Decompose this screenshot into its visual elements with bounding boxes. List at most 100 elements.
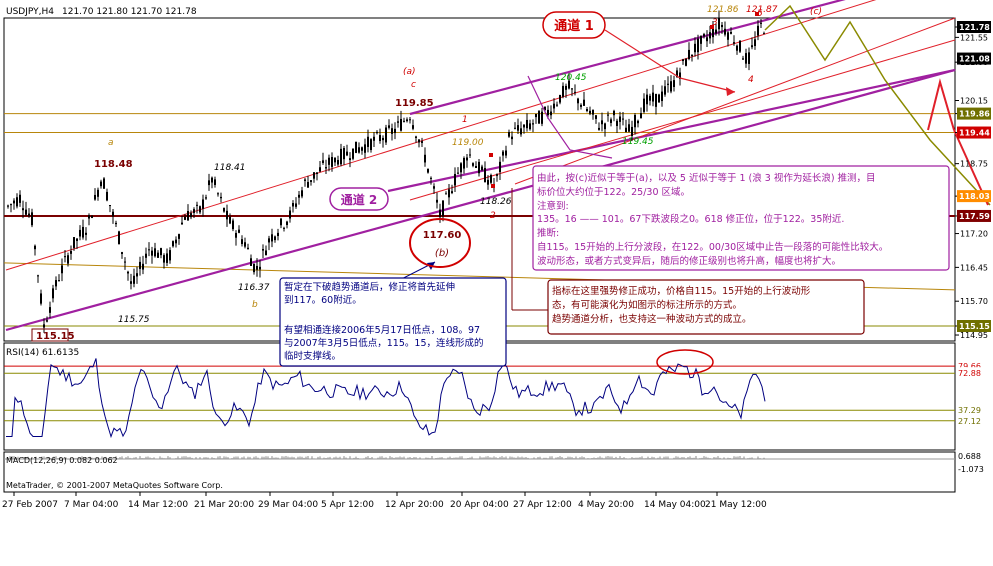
x-tick-label-5: 5 Apr 12:00 — [321, 500, 374, 510]
candle-body — [760, 22, 762, 24]
note-indicator: 指标在这里强势修正成功，价格自115。15开始的上行波动形 态，有可能演化为如图… — [547, 279, 865, 335]
candle-body — [598, 127, 600, 130]
candle-body — [319, 167, 321, 172]
macd-level-high: 0.688 — [958, 452, 981, 461]
note-support-line: 暂定在下破趋势通道后，修正将首先延伸 到117。60附近。 有望相通连接2006… — [279, 277, 507, 367]
candle-body — [70, 251, 72, 254]
candle-body — [82, 226, 84, 238]
candle-body — [658, 94, 660, 103]
candle-body — [115, 222, 117, 225]
candle-body — [361, 147, 363, 151]
candle-body — [550, 111, 552, 116]
candle-body — [415, 136, 417, 138]
note1-line4: 有望相通连接2006年5月17日低点，108。97 — [284, 324, 480, 336]
candle-body — [697, 38, 699, 53]
candle-body — [565, 85, 567, 90]
candle-body — [511, 136, 513, 140]
candle-body — [133, 275, 135, 284]
candle-body — [742, 58, 744, 60]
candle-body — [532, 123, 534, 125]
candle-body — [367, 136, 369, 147]
candle-body — [241, 239, 243, 245]
candle-body — [583, 99, 585, 106]
chart-window: 115.15 115.75 118.48 116.37 118.41 119.85 119.… — [0, 0, 993, 562]
candle-body — [457, 172, 459, 174]
candle-body — [514, 127, 516, 129]
wave-label-b: b — [252, 300, 258, 310]
swing-label-119-85: 119.85 — [395, 98, 434, 109]
ohlc-label: 121.70 121.80 121.70 121.78 — [62, 7, 197, 17]
candle-body — [718, 18, 720, 30]
candle-body — [304, 179, 306, 181]
candle-body — [190, 213, 192, 218]
wave-label-2: 2 — [490, 211, 496, 221]
wave-label-pcp: (c) — [810, 7, 822, 17]
candle-body — [454, 173, 456, 186]
candle-body — [709, 32, 711, 39]
candle-body — [613, 110, 615, 116]
price-tag-0: 121.78 — [959, 23, 990, 32]
candle-body — [538, 111, 540, 124]
candle-body — [100, 181, 102, 187]
pivot-marker — [489, 153, 493, 157]
candle-body — [535, 113, 537, 118]
candle-body — [109, 205, 111, 207]
candle-body — [496, 174, 498, 176]
candle-body — [91, 215, 93, 218]
candle-body — [547, 109, 549, 116]
candle-body — [250, 258, 252, 266]
note3-line1: 指标在这里强势修正成功，价格自115。15开始的上行波动形 — [552, 285, 811, 297]
candle-body — [739, 40, 741, 52]
candle-body — [475, 166, 477, 169]
candle-body — [373, 136, 375, 141]
price-tag-6: 115.15 — [959, 322, 990, 331]
note3-line3: 趋势通道分析，也支持这一种波动方式的成立。 — [552, 313, 752, 325]
candle-body — [214, 179, 216, 185]
candle-body — [763, 33, 765, 35]
candle-body — [340, 148, 342, 165]
channel1-label: 通道 1 — [554, 18, 594, 34]
candle-body — [622, 118, 624, 120]
candle-body — [706, 37, 708, 42]
candle-body — [499, 161, 501, 173]
candle-body — [649, 95, 651, 101]
candle-body — [262, 249, 264, 251]
candle-body — [715, 29, 717, 34]
candle-body — [451, 191, 453, 194]
candle-body — [7, 205, 9, 207]
candle-body — [727, 32, 729, 40]
candle-body — [61, 265, 63, 274]
note2-line2: 标价位大约位于122。25/30 区域。 — [537, 186, 690, 198]
candle-body — [439, 209, 441, 218]
candle-body — [295, 203, 297, 207]
candle-body — [94, 194, 96, 200]
candle-body — [16, 197, 18, 207]
candle-body — [127, 271, 129, 274]
x-tick-label-11: 21 May 12:00 — [705, 500, 767, 510]
swing-label-118-26: 118.26 — [480, 197, 512, 207]
y-tick-label-3: 120.15 — [960, 97, 988, 106]
candle-body — [688, 49, 690, 60]
chart-canvas: 115.15 115.75 118.48 116.37 118.41 119.85 119.… — [0, 0, 993, 562]
candle-body — [217, 193, 219, 195]
wave-label-4: 4 — [748, 75, 754, 85]
candle-body — [370, 139, 372, 151]
candle-body — [67, 255, 69, 264]
pivot-marker — [755, 12, 759, 16]
channel2-callout: 通道 2 — [329, 187, 389, 211]
macd-label: MACD(12,26,9) 0.082 0.062 — [6, 456, 118, 465]
candle-body — [97, 189, 99, 197]
x-tick-label-1: 7 Mar 04:00 — [64, 500, 119, 510]
candle-body — [577, 98, 579, 104]
candle-body — [259, 266, 261, 270]
y-tick-label-1: 121.55 — [960, 33, 988, 42]
candle-body — [634, 114, 636, 128]
candle-body — [22, 208, 24, 211]
candle-body — [406, 119, 408, 122]
candle-body — [157, 252, 159, 258]
candle-body — [691, 54, 693, 57]
candle-body — [247, 247, 249, 249]
candle-body — [145, 253, 147, 258]
candle-body — [616, 120, 618, 127]
candle-body — [226, 210, 228, 220]
